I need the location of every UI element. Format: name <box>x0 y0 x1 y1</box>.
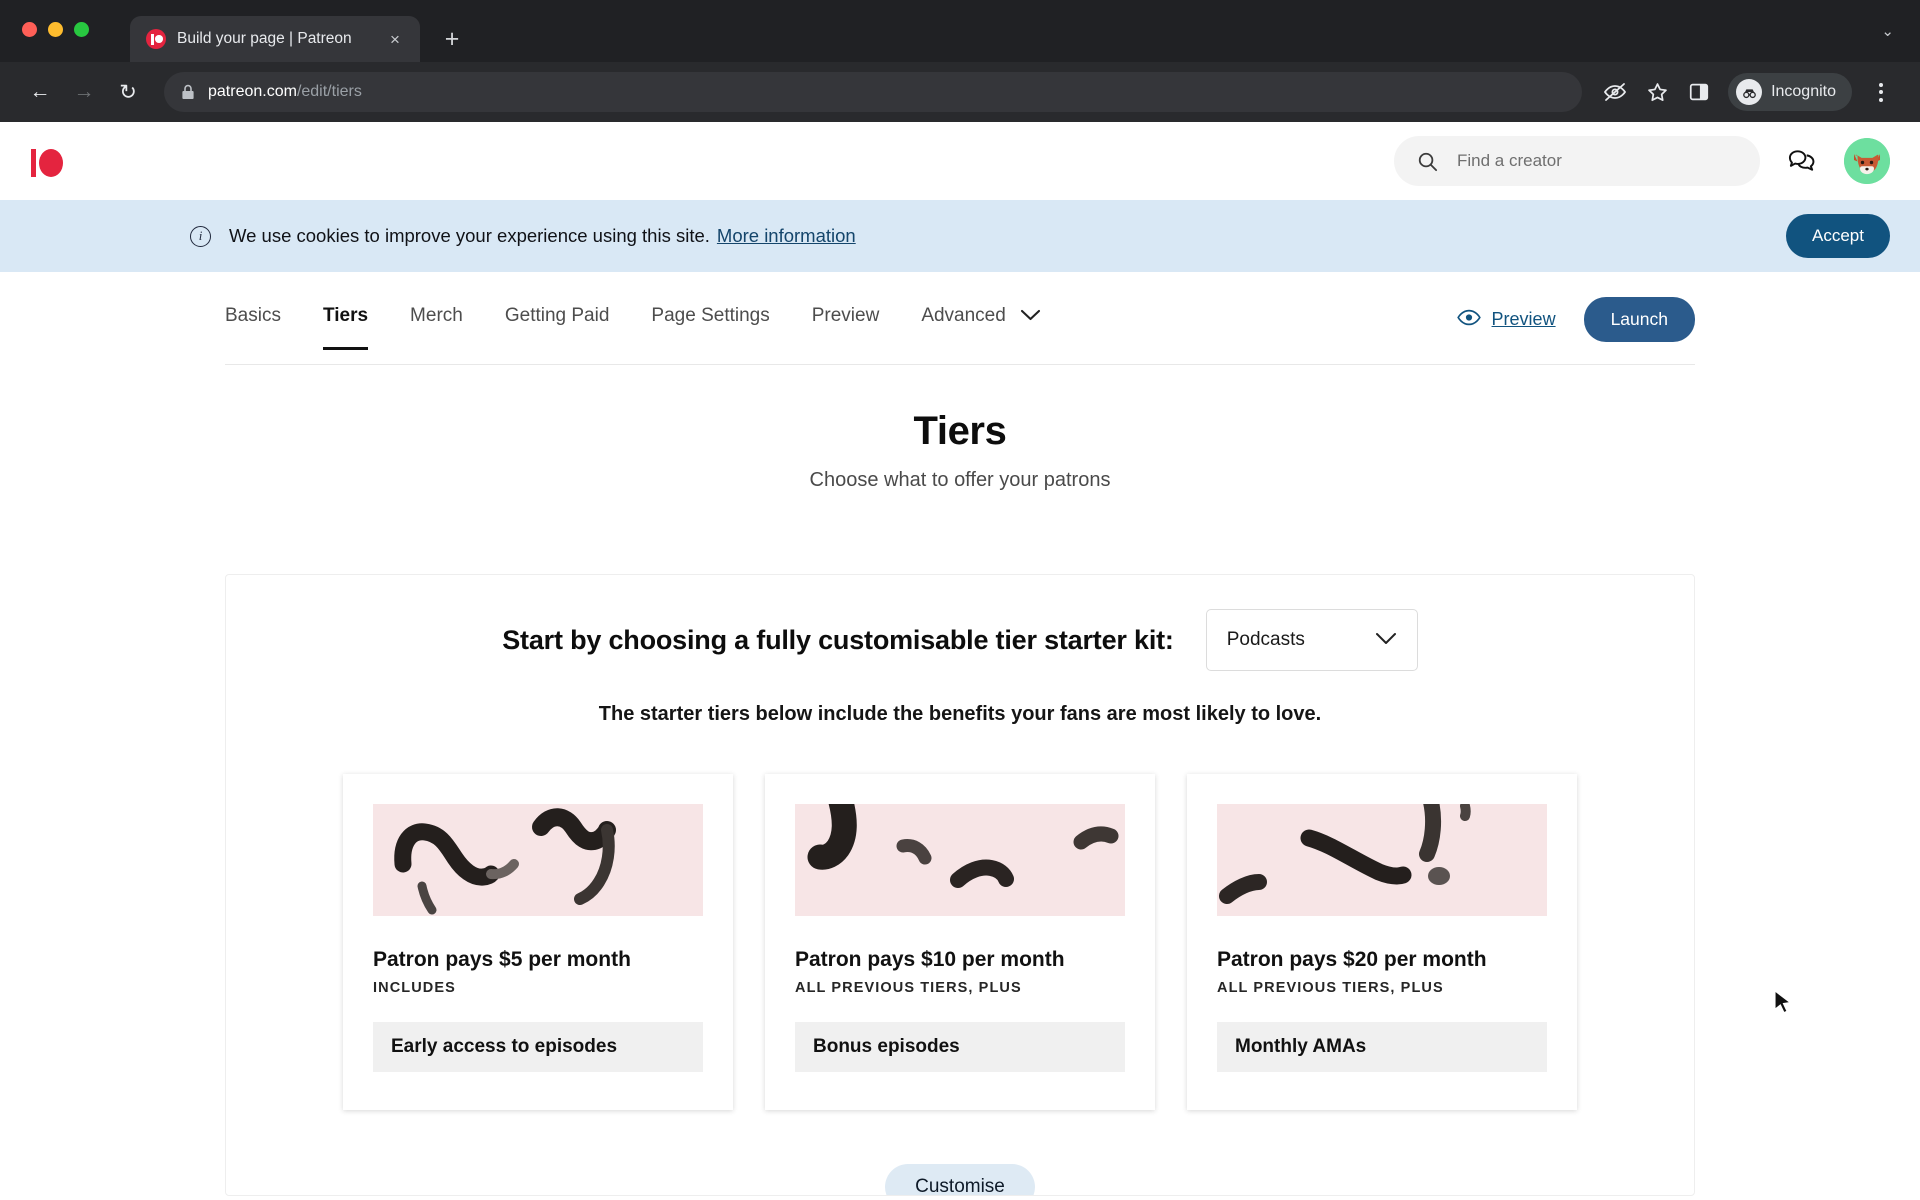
bookmark-star-icon[interactable] <box>1638 73 1676 111</box>
minimize-window-button[interactable] <box>48 22 63 37</box>
tier-price-label: Patron pays $5 per month <box>373 948 631 971</box>
tab-search-chevron-down-icon[interactable]: ⌄ <box>1881 22 1894 40</box>
tab-preview[interactable]: Preview <box>812 305 880 349</box>
customise-button-wrapper: Customise <box>226 1164 1694 1195</box>
starter-kit-heading: Start by choosing a fully customisable t… <box>502 624 1174 655</box>
starter-kit-panel: Start by choosing a fully customisable t… <box>225 574 1695 1196</box>
page-subtitle: Choose what to offer your patrons <box>809 469 1111 491</box>
tier-card[interactable]: Patron pays $5 per month INCLUDES Early … <box>343 774 733 1110</box>
tier-card[interactable]: Patron pays $10 per month ALL PREVIOUS T… <box>765 774 1155 1110</box>
user-avatar[interactable] <box>1844 138 1890 184</box>
page-title: Tiers <box>913 409 1007 453</box>
incognito-icon <box>1736 79 1763 105</box>
tier-price-label: Patron pays $20 per month <box>1217 948 1487 971</box>
starter-kit-category-select[interactable]: Podcasts <box>1205 609 1418 671</box>
cookie-message: We use cookies to improve your experienc… <box>229 225 710 246</box>
window-controls[interactable] <box>22 22 89 37</box>
tab-title: Build your page | Patreon <box>177 30 352 47</box>
side-panel-icon[interactable] <box>1680 73 1718 111</box>
editor-nav-wrapper: Basics Tiers Merch Getting Paid Page Set… <box>0 289 1920 365</box>
maximize-window-button[interactable] <box>74 22 89 37</box>
tier-price-label: Patron pays $10 per month <box>795 948 1065 971</box>
customise-button[interactable]: Customise <box>885 1164 1035 1195</box>
tier-benefit-chip: Monthly AMAs <box>1217 1022 1547 1072</box>
tab-advanced-label: Advanced <box>921 304 1006 326</box>
eye-icon <box>1456 309 1481 331</box>
starter-kit-subheading: The starter tiers below include the bene… <box>598 703 1322 725</box>
tab-getting-paid[interactable]: Getting Paid <box>505 305 610 349</box>
tier-includes-label: INCLUDES <box>373 980 456 996</box>
browser-toolbar: ← → ↻ patreon.com/edit/tiers Incognito <box>0 62 1920 122</box>
address-bar[interactable]: patreon.com/edit/tiers <box>164 72 1583 112</box>
tab-page-settings[interactable]: Page Settings <box>651 305 769 349</box>
accept-cookies-button[interactable]: Accept <box>1786 214 1890 258</box>
close-window-button[interactable] <box>22 22 37 37</box>
tab-basics[interactable]: Basics <box>225 305 281 349</box>
tab-merch[interactable]: Merch <box>410 305 463 349</box>
preview-link[interactable]: Preview <box>1456 309 1556 331</box>
forward-button[interactable]: → <box>64 72 104 112</box>
info-icon: i <box>190 225 211 247</box>
tier-benefit-chip: Early access to episodes <box>373 1022 703 1072</box>
tier-card-list: Patron pays $5 per month INCLUDES Early … <box>226 774 1694 1110</box>
browser-titlebar: Build your page | Patreon × + ⌄ <box>0 0 1920 62</box>
search-creator-input[interactable]: Find a creator <box>1394 136 1760 186</box>
patreon-header: Find a creator <box>0 122 1920 200</box>
search-placeholder: Find a creator <box>1457 151 1562 170</box>
header-actions: Find a creator <box>1394 136 1890 186</box>
mouse-cursor <box>1774 989 1794 1023</box>
tier-banner-art <box>795 804 1125 916</box>
cookie-banner: i We use cookies to improve your experie… <box>0 200 1920 272</box>
incognito-profile-button[interactable]: Incognito <box>1728 73 1852 111</box>
back-button[interactable]: ← <box>20 72 60 112</box>
patreon-favicon-icon <box>146 29 166 49</box>
url-host: patreon.com <box>208 83 297 100</box>
editor-nav-actions: Preview Launch <box>1456 297 1695 356</box>
browser-tab[interactable]: Build your page | Patreon × <box>130 16 420 62</box>
hide-password-eye-icon[interactable] <box>1596 73 1634 111</box>
chat-bubbles-icon[interactable] <box>1782 141 1822 181</box>
patreon-logo-icon[interactable] <box>27 140 69 182</box>
tier-card[interactable]: Patron pays $20 per month ALL PREVIOUS T… <box>1187 774 1577 1110</box>
tier-includes-label: ALL PREVIOUS TIERS, PLUS <box>795 980 1022 996</box>
new-tab-button[interactable]: + <box>434 21 470 57</box>
tier-banner-art <box>373 804 703 916</box>
tier-banner-art <box>1217 804 1547 916</box>
browser-window: Build your page | Patreon × + ⌄ ← → ↻ pa… <box>0 0 1920 1200</box>
tab-tiers[interactable]: Tiers <box>322 305 369 350</box>
launch-button[interactable]: Launch <box>1583 297 1695 342</box>
chevron-down-icon <box>1375 629 1397 651</box>
incognito-label: Incognito <box>1771 83 1836 100</box>
url-text: patreon.com/edit/tiers <box>208 83 362 101</box>
starter-kit-category-value: Podcasts <box>1226 629 1305 650</box>
tab-advanced[interactable]: Advanced <box>921 305 1041 349</box>
reload-button[interactable]: ↻ <box>108 72 148 112</box>
editor-nav: Basics Tiers Merch Getting Paid Page Set… <box>225 289 1695 365</box>
close-tab-icon[interactable]: × <box>382 26 408 52</box>
cookie-more-information-link[interactable]: More information <box>717 225 856 247</box>
search-icon <box>1418 152 1438 171</box>
url-path: /edit/tiers <box>296 83 362 100</box>
preview-link-label: Preview <box>1491 309 1556 329</box>
browser-menu-icon[interactable] <box>1862 73 1900 111</box>
chevron-down-icon <box>1020 305 1041 327</box>
lock-icon <box>181 84 195 100</box>
starter-kit-heading-row: Start by choosing a fully customisable t… <box>226 609 1694 671</box>
page-content: Find a creator i We use cookies to impro… <box>0 122 1920 1200</box>
tier-benefit-chip: Bonus episodes <box>795 1022 1125 1072</box>
tier-includes-label: ALL PREVIOUS TIERS, PLUS <box>1217 980 1444 996</box>
